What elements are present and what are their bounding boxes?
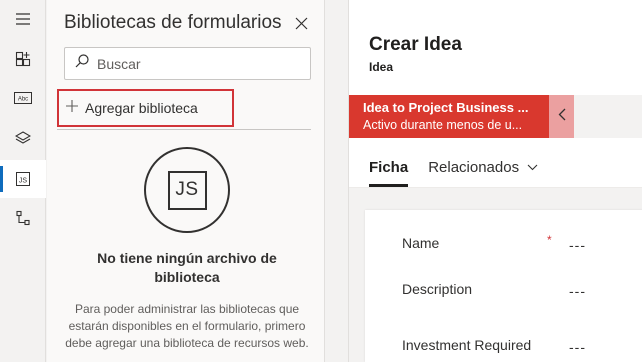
svg-text:JS: JS: [19, 178, 28, 185]
bpf-active-stage[interactable]: Idea to Project Business ... Activo dura…: [349, 95, 549, 138]
add-library-button[interactable]: Agregar biblioteca: [57, 89, 234, 127]
form-section: Name * --- Description --- Investment Re…: [365, 210, 642, 362]
layers-icon[interactable]: [0, 119, 46, 157]
text-field-icon[interactable]: Abc: [0, 79, 46, 117]
divider: [57, 129, 311, 130]
left-rail: Abc JS: [0, 0, 46, 362]
field-value-name[interactable]: ---: [569, 237, 586, 253]
search-icon: [75, 54, 89, 73]
components-icon[interactable]: [0, 40, 46, 78]
form-title: Crear Idea: [369, 34, 462, 55]
field-label-name: Name: [402, 235, 440, 251]
tree-view-icon[interactable]: [0, 199, 46, 237]
panel-title: Bibliotecas de formularios: [64, 12, 282, 33]
field-label-description: Description: [402, 281, 473, 297]
menu-icon[interactable]: [0, 0, 46, 38]
empty-state-description: Para poder administrar las bibliotecas q…: [65, 302, 309, 350]
required-indicator: *: [547, 233, 552, 247]
js-file-icon: JS: [144, 147, 230, 233]
add-library-label: Agregar biblioteca: [85, 100, 198, 116]
field-value-investment-required[interactable]: ---: [569, 339, 586, 355]
bpf-stage-name: Idea to Project Business ...: [363, 100, 529, 115]
field-label-investment-required: Investment Required: [402, 337, 532, 353]
business-process-flow: Idea to Project Business ... Activo dura…: [349, 95, 642, 138]
form-preview: Crear Idea Idea Idea to Project Business…: [348, 0, 642, 362]
form-canvas: Crear Idea Idea Idea to Project Business…: [326, 0, 642, 362]
bpf-stage-status: Activo durante menos de u...: [363, 118, 523, 132]
plus-icon: [66, 99, 78, 117]
tab-ficha[interactable]: Ficha: [369, 155, 409, 187]
tab-relacionados[interactable]: Relacionados: [428, 155, 538, 179]
form-tabs: Ficha Relacionados: [369, 155, 538, 187]
search-box[interactable]: [64, 47, 311, 80]
empty-state-title: No tiene ningún archivo de biblioteca: [97, 250, 277, 285]
chevron-down-icon: [527, 164, 538, 171]
tab-relacionados-label: Relacionados: [428, 158, 520, 176]
svg-text:Abc: Abc: [18, 97, 28, 103]
close-icon[interactable]: [292, 14, 310, 32]
form-body: Name * --- Description --- Investment Re…: [349, 188, 642, 362]
bpf-collapse-button[interactable]: [549, 95, 574, 138]
js-library-icon[interactable]: JS: [0, 160, 46, 198]
field-value-description[interactable]: ---: [569, 283, 586, 299]
chevron-left-icon: [558, 108, 566, 126]
search-input[interactable]: [97, 55, 297, 72]
js-file-icon-text: JS: [167, 170, 207, 210]
form-libraries-panel: Bibliotecas de formularios Agregar bibli…: [47, 0, 325, 362]
form-entity-name: Idea: [369, 60, 394, 74]
